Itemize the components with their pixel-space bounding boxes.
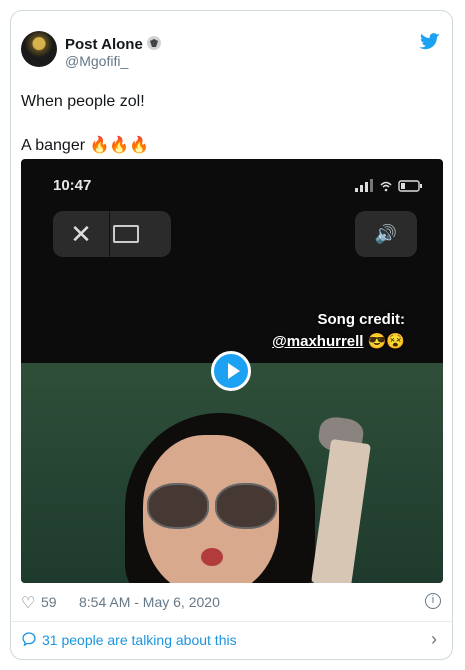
talking-count-text[interactable]: 31 people are talking about this — [42, 632, 237, 648]
tweet-line-2: A banger 🔥🔥🔥 — [21, 137, 150, 154]
video-frame — [21, 363, 443, 583]
tweet-meta: ♡ 59 8:54 AM - May 6, 2020 i — [21, 593, 441, 613]
song-credit: Song credit: @maxhurrell 😎😵 — [272, 309, 405, 353]
info-icon[interactable]: i — [425, 593, 441, 609]
song-credit-line-1: Song credit: — [317, 311, 405, 328]
speech-bubble-icon — [21, 631, 37, 650]
tweet-header: Post Alone @Mgofifi_ — [21, 31, 441, 75]
song-credit-handle: @maxhurrell — [272, 333, 364, 350]
play-button[interactable] — [211, 351, 251, 391]
author-handle[interactable]: @Mgofifi_ — [65, 53, 128, 69]
badge-icon — [144, 34, 163, 52]
volume-icon: 🔊 — [355, 211, 417, 257]
video-player[interactable]: 10:47 ✕ 🔊 Song credit: @maxhurrell 😎😵 — [21, 159, 443, 583]
video-status-time: 10:47 — [53, 177, 92, 194]
expand-icon — [113, 225, 139, 243]
video-status-icons — [355, 179, 425, 196]
twitter-bird-icon[interactable] — [419, 33, 441, 51]
video-controls-box: ✕ — [53, 211, 171, 257]
song-credit-line-2: @maxhurrell 😎😵 — [272, 331, 405, 353]
heart-icon[interactable]: ♡ — [21, 593, 35, 613]
chevron-right-icon[interactable]: › — [431, 629, 437, 650]
video-joint — [311, 438, 371, 583]
author-name-text[interactable]: Post Alone — [65, 36, 143, 53]
tweet-card: Post Alone @Mgofifi_ When people zol! A … — [10, 10, 453, 660]
video-person-mouth — [201, 548, 223, 566]
author-name[interactable]: Post Alone — [65, 34, 163, 53]
song-credit-emojis: 😎😵 — [367, 333, 405, 350]
video-person-glasses — [143, 483, 279, 529]
tweet-timestamp[interactable]: 8:54 AM - May 6, 2020 — [79, 594, 220, 610]
close-icon: ✕ — [53, 211, 110, 257]
conversation-link[interactable]: 31 people are talking about this › — [21, 629, 441, 651]
avatar[interactable] — [21, 31, 57, 67]
tweet-line-1: When people zol! — [21, 93, 145, 110]
like-count[interactable]: 59 — [41, 594, 57, 610]
divider — [11, 621, 452, 622]
